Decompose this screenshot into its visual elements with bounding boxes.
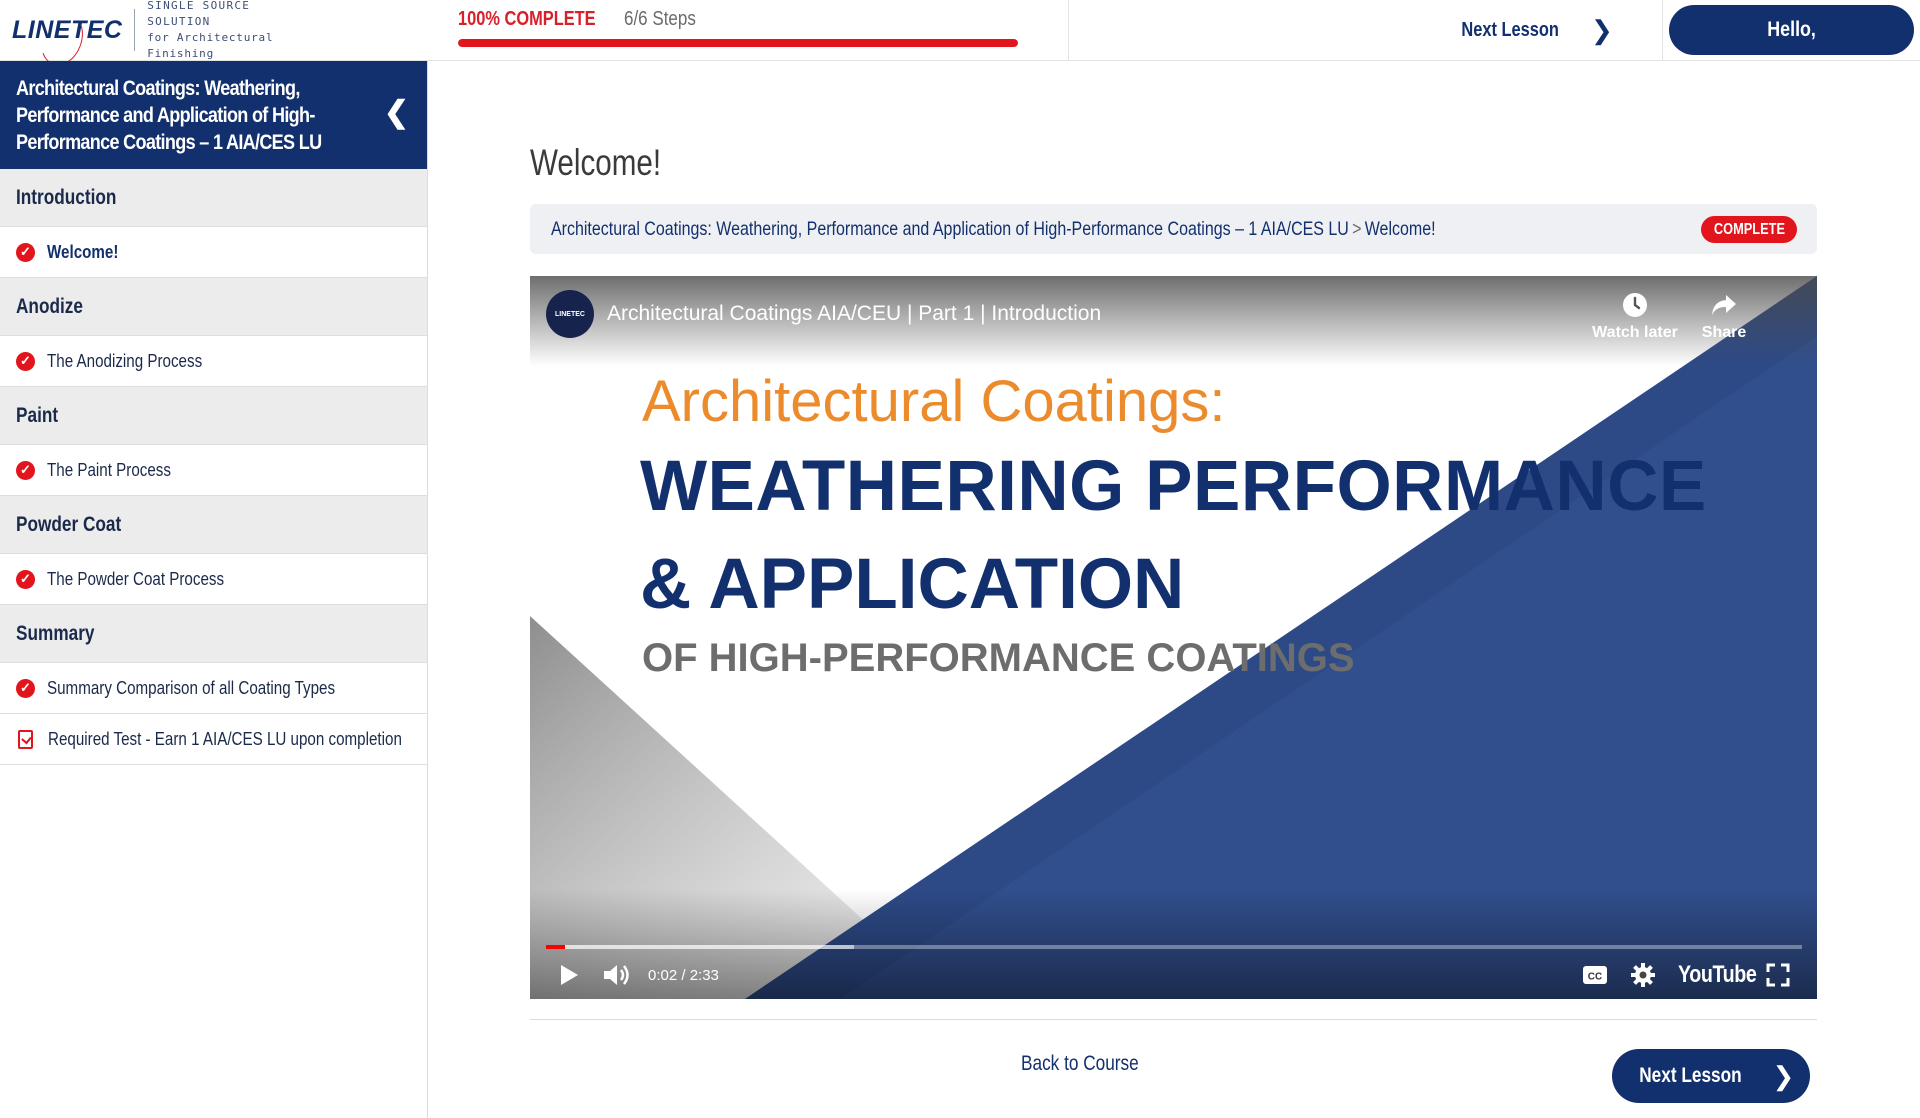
slide-title-line-3: & APPLICATION	[640, 545, 1185, 624]
settings-icon[interactable]	[1630, 958, 1656, 992]
sidebar-section-powder-coat[interactable]: Powder Coat	[0, 496, 427, 554]
sidebar-item-label: Required Test - Earn 1 AIA/CES LU upon c…	[48, 728, 402, 749]
sidebar-item-required-test[interactable]: Required Test - Earn 1 AIA/CES LU upon c…	[0, 714, 427, 765]
page-title: Welcome!	[530, 142, 662, 183]
course-progress: 100% COMPLETE 6/6 Steps	[458, 8, 1018, 47]
sidebar-section-paint[interactable]: Paint	[0, 387, 427, 445]
play-icon[interactable]	[558, 958, 580, 992]
tagline-line-2: for Architectural Finishing	[147, 31, 274, 60]
video-time-display: 0:02 / 2:33	[648, 966, 719, 984]
sidebar-item-summary-comparison[interactable]: ✓ Summary Comparison of all Coating Type…	[0, 663, 427, 714]
logo-tagline: SINGLE SOURCE SOLUTION for Architectural…	[147, 0, 302, 62]
breadcrumb: Architectural Coatings: Weathering, Perf…	[530, 204, 1817, 254]
watch-later-button[interactable]: Watch later	[1580, 290, 1690, 342]
slide-title-line-2: WEATHERING PERFORMANCE	[640, 447, 1707, 526]
tagline-line-1: SINGLE SOURCE SOLUTION	[147, 0, 251, 28]
video-played-bar	[546, 945, 565, 949]
progress-steps: 6/6 Steps	[623, 8, 696, 30]
share-label: Share	[1701, 324, 1747, 341]
back-to-course-link[interactable]: Back to Course	[1021, 1052, 1139, 1076]
video-scrubber[interactable]	[546, 945, 1802, 949]
captions-icon[interactable]: CC	[1582, 958, 1608, 992]
breadcrumb-course-link[interactable]: Architectural Coatings: Weathering, Perf…	[551, 218, 1349, 240]
header-divider	[1662, 0, 1663, 61]
check-circle-icon: ✓	[16, 460, 35, 480]
sidebar-item-label: The Paint Process	[47, 459, 171, 480]
svg-text:CC: CC	[1588, 972, 1602, 983]
chevron-right-icon: ❯	[1772, 1060, 1795, 1091]
check-circle-icon: ✓	[16, 569, 35, 589]
share-arrow-icon	[1676, 290, 1772, 320]
sidebar-item-anodizing-process[interactable]: ✓ The Anodizing Process	[0, 336, 427, 387]
course-sidebar: Architectural Coatings: Weathering, Perf…	[0, 61, 428, 1118]
next-lesson-button[interactable]: Next Lesson ❯	[1612, 1049, 1810, 1103]
check-circle-icon: ✓	[16, 351, 35, 371]
slide-title-line-1: Architectural Coatings:	[642, 369, 1226, 434]
progress-fill	[458, 39, 1018, 47]
status-badge: COMPLETE	[1701, 216, 1797, 243]
watch-later-label: Watch later	[1592, 324, 1678, 341]
course-title-text: Architectural Coatings: Weathering, Perf…	[16, 77, 322, 154]
sidebar-course-title: Architectural Coatings: Weathering, Perf…	[0, 61, 427, 169]
user-greeting: Hello,	[1767, 18, 1816, 41]
quiz-icon	[18, 729, 33, 749]
sidebar-item-label: Summary Comparison of all Coating Types	[47, 677, 336, 698]
breadcrumb-separator: >	[1352, 217, 1362, 240]
sidebar-item-paint-process[interactable]: ✓ The Paint Process	[0, 445, 427, 496]
youtube-logo[interactable]: YouTube	[1678, 958, 1774, 992]
header-next-lesson-label: Next Lesson	[1461, 18, 1559, 41]
video-controls-overlay	[530, 889, 1817, 999]
breadcrumb-current[interactable]: Welcome!	[1365, 218, 1436, 240]
next-lesson-label: Next Lesson	[1638, 1064, 1742, 1087]
chevron-right-icon: ❯	[1590, 14, 1613, 45]
sidebar-section-anodize[interactable]: Anodize	[0, 278, 427, 336]
sidebar-item-powder-coat-process[interactable]: ✓ The Powder Coat Process	[0, 554, 427, 605]
video-title[interactable]: Architectural Coatings AIA/CEU | Part 1 …	[607, 302, 1101, 326]
check-circle-icon: ✓	[16, 678, 35, 698]
fullscreen-icon[interactable]	[1766, 958, 1790, 992]
content-divider	[530, 1019, 1817, 1020]
sidebar-section-summary[interactable]: Summary	[0, 605, 427, 663]
volume-icon[interactable]	[602, 958, 632, 992]
progress-bar	[458, 39, 1018, 47]
check-circle-icon: ✓	[16, 242, 35, 262]
sidebar-item-welcome[interactable]: ✓ Welcome!	[0, 227, 427, 278]
chevron-left-icon[interactable]: ❮	[384, 95, 409, 130]
sidebar-item-label: Welcome!	[47, 241, 119, 262]
video-player[interactable]: Architectural Coatings: WEATHERING PERFO…	[530, 276, 1817, 999]
clock-icon	[1580, 290, 1690, 320]
linetec-logo[interactable]: LINETEC SINGLE SOURCE SOLUTION for Archi…	[12, 0, 302, 71]
progress-percent: 100% COMPLETE	[458, 8, 596, 30]
sidebar-item-label: The Powder Coat Process	[47, 568, 225, 589]
header-divider	[1068, 0, 1069, 61]
header-next-lesson-button[interactable]: Next Lesson ❯	[1440, 10, 1613, 50]
video-buffer-bar	[546, 945, 854, 949]
share-button[interactable]: Share	[1676, 290, 1772, 342]
channel-avatar[interactable]: LINETEC	[546, 290, 594, 338]
logo-wordmark: LINETEC	[12, 6, 122, 71]
logo-divider	[134, 9, 136, 51]
sidebar-item-label: The Anodizing Process	[47, 350, 203, 371]
user-menu-button[interactable]: Hello,	[1669, 5, 1914, 55]
sidebar-section-introduction[interactable]: Introduction	[0, 169, 427, 227]
top-header: LINETEC SINGLE SOURCE SOLUTION for Archi…	[0, 0, 1920, 71]
slide-title-line-4: OF HIGH-PERFORMANCE COATINGS	[642, 636, 1355, 680]
